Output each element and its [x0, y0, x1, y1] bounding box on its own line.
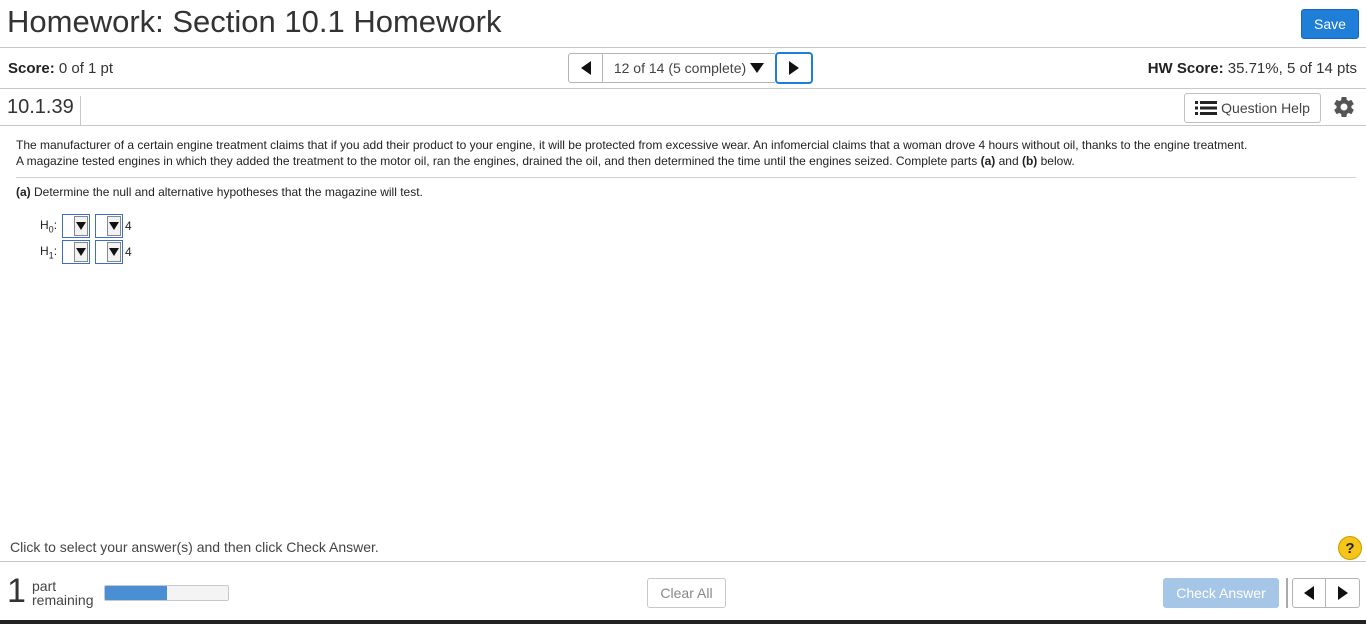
progress-fill [105, 586, 167, 600]
check-answer-button[interactable]: Check Answer [1163, 578, 1279, 608]
title-bar: Homework: Section 10.1 Homework Save [0, 0, 1366, 48]
clear-all-button[interactable]: Clear All [647, 578, 726, 608]
previous-question-button[interactable] [568, 53, 603, 83]
parts-line-1: part [32, 578, 57, 594]
question-navigator: 12 of 14 (5 complete) [568, 52, 813, 84]
caret-down-icon [76, 222, 86, 230]
hypothesis-letter: H [40, 217, 49, 232]
hw-score-value: 35.71%, 5 of 14 pts [1227, 60, 1357, 77]
question-bar: 10.1.39 Question Help [0, 90, 1366, 126]
hypothesis-letter: H [40, 243, 49, 258]
footer-navigator [1286, 578, 1360, 608]
arrow-left-icon [580, 61, 591, 75]
null-relation-dropdown[interactable] [95, 214, 123, 238]
problem-text: The manufacturer of a certain engine tre… [16, 137, 1356, 178]
part-a-ref: (a) [980, 154, 996, 168]
question-help-button[interactable]: Question Help [1184, 93, 1321, 123]
alternative-parameter-dropdown[interactable] [62, 240, 90, 264]
null-hypothesis-row: H0: 4 [40, 214, 132, 238]
caret-down-icon [76, 248, 86, 256]
dropdown-arrow [74, 216, 88, 236]
problem-line-1: The manufacturer of a certain engine tre… [16, 138, 1248, 152]
score-value: 0 of 1 pt [58, 60, 114, 77]
caret-down-icon [109, 248, 119, 256]
hw-score-label: HW Score: [1147, 60, 1224, 77]
footer-next-button[interactable] [1326, 578, 1360, 608]
hypothesis-subscript: 1 [48, 250, 54, 261]
score-label: Score: [8, 60, 55, 77]
parts-remaining-count: 1 [7, 572, 26, 610]
alternative-relation-dropdown[interactable] [95, 240, 123, 264]
instruction-text: Click to select your answer(s) and then … [10, 539, 379, 555]
arrow-right-icon [1337, 586, 1348, 600]
part-a-prompt: (a) Determine the null and alternative h… [16, 185, 1356, 199]
problem-line-2-start: A magazine tested engines in which they … [16, 154, 981, 168]
dropdown-arrow [107, 242, 121, 262]
alternative-hypothesis-label: H1: [40, 243, 58, 261]
arrow-right-icon [789, 61, 799, 75]
page-title: Homework: Section 10.1 Homework [7, 4, 502, 39]
part-a-label: (a) [16, 185, 31, 199]
null-hypothesis-value: 4 [125, 219, 132, 233]
question-content: The manufacturer of a certain engine tre… [16, 137, 1356, 199]
null-hypothesis-label: H0: [40, 217, 58, 235]
alternative-hypothesis-value: 4 [125, 245, 132, 259]
hw-score: HW Score: 35.71%, 5 of 14 pts [1148, 60, 1357, 77]
part-b-ref: (b) [1021, 154, 1038, 168]
problem-line-2-end: below. [1037, 154, 1075, 168]
next-question-button[interactable] [775, 52, 813, 84]
bottom-border [0, 620, 1366, 624]
caret-down-icon [109, 222, 119, 230]
footer-previous-button[interactable] [1292, 578, 1326, 608]
arrow-left-icon [1304, 586, 1314, 600]
save-button[interactable]: Save [1301, 9, 1359, 39]
question-help-label: Question Help [1221, 100, 1310, 116]
hypothesis-subscript: 0 [48, 224, 54, 235]
dropdown-arrow [107, 216, 121, 236]
help-icon[interactable]: ? [1338, 536, 1362, 560]
part-a-text: Determine the null and alternative hypot… [30, 185, 423, 199]
caret-down-icon [750, 63, 765, 73]
alternative-hypothesis-row: H1: 4 [40, 240, 132, 264]
parts-line-2: remaining [32, 592, 94, 608]
progress-bar [104, 585, 229, 601]
problem-and: and [995, 154, 1022, 168]
dropdown-arrow [74, 242, 88, 262]
problem-line-2: A magazine tested engines in which they … [16, 153, 1356, 169]
null-parameter-dropdown[interactable] [62, 214, 90, 238]
gear-icon[interactable] [1332, 95, 1356, 119]
question-id: 10.1.39 [7, 96, 81, 126]
footer-bar: 1 part remaining Clear All Check Answer [0, 561, 1366, 624]
list-icon [1195, 101, 1218, 115]
question-select-text: 12 of 14 (5 complete) [613, 60, 747, 76]
parts-remaining-text: part remaining [32, 579, 93, 607]
question-select[interactable]: 12 of 14 (5 complete) [603, 53, 775, 83]
score: Score: 0 of 1 pt [8, 60, 113, 77]
score-bar: Score: 0 of 1 pt 12 of 14 (5 complete) H… [0, 49, 1366, 89]
